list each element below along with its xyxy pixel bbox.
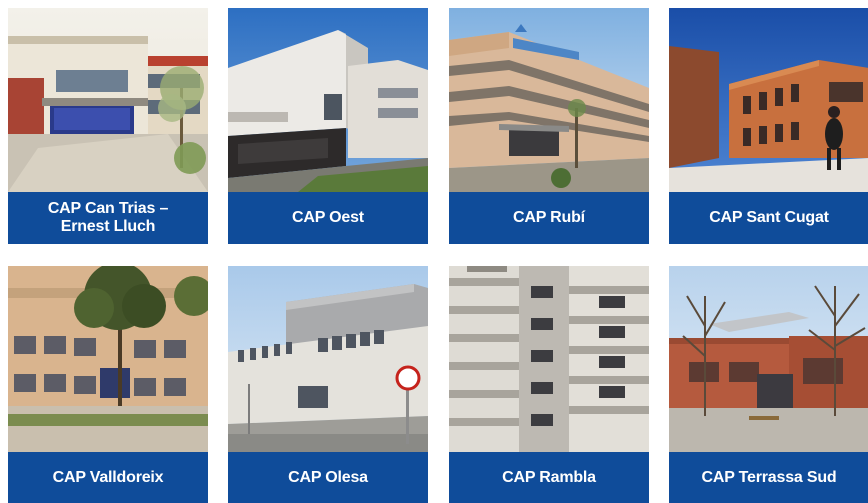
clinic-photo-sant-cugat: [669, 8, 868, 192]
clinic-name: CAP Oest: [292, 209, 364, 226]
clinic-name: CAP Rambla: [502, 468, 596, 486]
clinic-photo-terrassa-sud: [669, 266, 868, 452]
clinic-card-can-trias[interactable]: CAP Can Trias – Ernest Lluch: [8, 8, 208, 244]
clinic-card-sant-cugat[interactable]: CAP Sant Cugat: [669, 8, 868, 244]
clinic-name: CAP Olesa: [288, 468, 368, 486]
clinic-gallery: CAP Can Trias – Ernest Lluch CAP Oest CA…: [8, 8, 868, 503]
clinic-card-rambla[interactable]: CAP Rambla: [449, 266, 649, 503]
clinic-photo-can-trias: [8, 8, 208, 192]
clinic-name: CAP Valldoreix: [52, 468, 164, 486]
clinic-card-oest[interactable]: CAP Oest: [228, 8, 428, 244]
clinic-label-rambla: CAP Rambla: [449, 452, 649, 503]
clinic-photo-oest: [228, 8, 428, 192]
clinic-photo-valldoreix: [8, 266, 208, 452]
clinic-card-olesa[interactable]: CAP Olesa: [228, 266, 428, 503]
clinic-label-oest: CAP Oest: [228, 192, 428, 244]
clinic-name: CAP Rubí: [513, 209, 585, 226]
clinic-label-terrassa-sud: CAP Terrassa Sud: [669, 452, 868, 503]
clinic-photo-rambla: [449, 266, 649, 452]
clinic-card-rubi[interactable]: CAP Rubí: [449, 8, 649, 244]
clinic-label-sant-cugat: CAP Sant Cugat: [669, 192, 868, 244]
clinic-label-rubi: CAP Rubí: [449, 192, 649, 244]
clinic-name: CAP Terrassa Sud: [701, 468, 837, 486]
clinic-label-olesa: CAP Olesa: [228, 452, 428, 503]
clinic-card-terrassa-sud[interactable]: CAP Terrassa Sud: [669, 266, 868, 503]
clinic-name: CAP Sant Cugat: [709, 209, 829, 226]
clinic-label-valldoreix: CAP Valldoreix: [8, 452, 208, 503]
clinic-card-valldoreix[interactable]: CAP Valldoreix: [8, 266, 208, 503]
clinic-label-can-trias: CAP Can Trias – Ernest Lluch: [8, 192, 208, 244]
clinic-photo-rubi: [449, 8, 649, 192]
clinic-name: CAP Can Trias – Ernest Lluch: [47, 200, 169, 235]
clinic-photo-olesa: [228, 266, 428, 452]
